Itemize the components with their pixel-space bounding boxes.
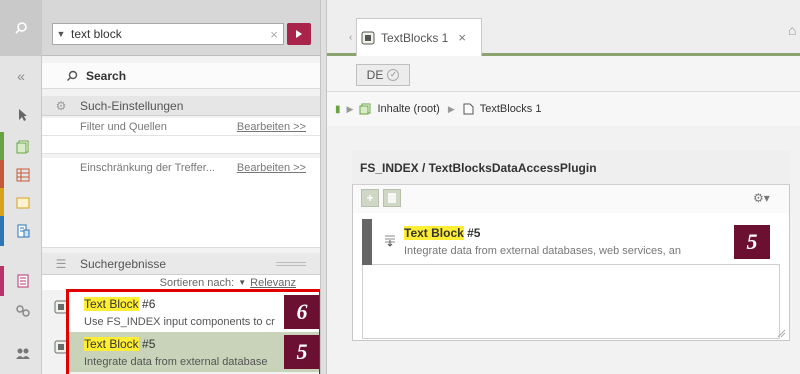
- breadcrumb-separator-icon: ▶: [447, 103, 455, 114]
- gear-icon: ⚙: [55, 98, 67, 113]
- panel-splitter[interactable]: [320, 0, 327, 374]
- results-header[interactable]: ☰ Suchergebnisse: [42, 253, 320, 275]
- breadcrumb-separator-icon: ▶: [346, 103, 354, 114]
- content-store-icon[interactable]: [0, 132, 42, 162]
- search-query: text block: [71, 27, 122, 41]
- add-button[interactable]: +: [361, 189, 379, 207]
- entry-title: Text Block #5: [404, 226, 480, 240]
- plugin-entry[interactable]: Text Block #5 Integrate data from extern…: [362, 219, 780, 265]
- search-input[interactable]: ▼ text block ×: [52, 23, 284, 45]
- restrict-edit-link[interactable]: Bearbeiten >>: [237, 162, 306, 174]
- plus-icon: +: [366, 191, 374, 205]
- language-button[interactable]: DE ✓: [356, 64, 410, 86]
- tab-close-icon[interactable]: ×: [458, 30, 466, 45]
- sort-dropdown-icon[interactable]: ▼: [238, 278, 246, 287]
- filter-area: [42, 136, 320, 154]
- tab-textblocks[interactable]: ‹ TextBlocks 1 ×: [349, 18, 482, 56]
- filter-row: Filter und Quellen Bearbeiten >>: [42, 118, 320, 136]
- search-title-bar: Search: [42, 63, 320, 89]
- splitter-handle[interactable]: [276, 261, 306, 266]
- entry-number: #5: [463, 226, 481, 240]
- dropdown-icon[interactable]: ▼: [53, 29, 69, 39]
- delete-button[interactable]: [383, 189, 401, 207]
- results-header-label: Suchergebnisse: [80, 256, 167, 271]
- clear-icon[interactable]: ×: [265, 27, 283, 42]
- sort-label: Sortieren nach:: [159, 276, 235, 289]
- media-icon[interactable]: [0, 188, 42, 218]
- tree-icon[interactable]: ▮: [335, 104, 341, 115]
- tab-back-icon[interactable]: ‹: [349, 32, 359, 43]
- play-icon: [296, 30, 302, 38]
- sort-row: Sortieren nach: ▼ Relevanz: [42, 275, 320, 290]
- plugin-toolbar: + ⚙▾: [353, 185, 789, 213]
- breadcrumb: ▮ ▶ Inhalte (root) ▶ TextBlocks 1: [327, 92, 800, 126]
- collapse-icon[interactable]: «: [0, 63, 42, 89]
- datasource-icon[interactable]: [0, 266, 42, 296]
- breadcrumb-current[interactable]: TextBlocks 1: [480, 103, 542, 115]
- tab-label: TextBlocks 1: [381, 30, 449, 45]
- plugin-title: FS_INDEX / TextBlocksDataAccessPlugin: [352, 151, 790, 185]
- structure-icon[interactable]: [0, 160, 42, 190]
- restrict-area: [42, 178, 320, 248]
- entry-highlight: Text Block: [404, 226, 464, 240]
- settings-icon[interactable]: [0, 296, 42, 326]
- restrict-label: Einschränkung der Treffer...: [80, 162, 215, 174]
- drag-handle-icon[interactable]: [384, 233, 398, 247]
- highlight-frame: [66, 289, 322, 374]
- users-icon[interactable]: [0, 338, 42, 368]
- entry-description: Integrate data from external databases, …: [404, 245, 681, 257]
- search-icon: [67, 70, 78, 81]
- template-icon[interactable]: [0, 216, 42, 246]
- rail-search-button[interactable]: [0, 0, 42, 56]
- search-title: Search: [86, 68, 127, 83]
- check-icon: ✓: [387, 69, 400, 81]
- search-submit-button[interactable]: [287, 23, 311, 45]
- plugin-settings-icon[interactable]: ⚙▾: [753, 191, 770, 205]
- settings-header-label: Such-Einstellungen: [80, 98, 184, 113]
- search-icon: [15, 22, 27, 34]
- textblocks-icon: [361, 31, 375, 45]
- filter-label: Filter und Quellen: [80, 120, 167, 133]
- breadcrumb-root[interactable]: Inhalte (root): [377, 103, 439, 115]
- search-settings-header[interactable]: ⚙ Such-Einstellungen: [42, 96, 320, 116]
- entry-badge: 5: [734, 225, 770, 259]
- filter-edit-link[interactable]: Bearbeiten >>: [237, 121, 306, 133]
- sort-value[interactable]: Relevanz: [250, 277, 296, 289]
- home-icon[interactable]: ⌂: [788, 22, 796, 38]
- list-icon: ☰: [55, 256, 67, 271]
- language-code: DE: [366, 68, 384, 82]
- pointer-icon[interactable]: [0, 100, 42, 130]
- entry-status-bar: [362, 219, 372, 265]
- folder-icon: [359, 103, 371, 115]
- restrict-row: Einschränkung der Treffer... Bearbeiten …: [42, 158, 320, 178]
- trash-icon: [388, 193, 396, 203]
- resize-grip-icon[interactable]: [776, 328, 786, 338]
- page-icon: [463, 103, 474, 115]
